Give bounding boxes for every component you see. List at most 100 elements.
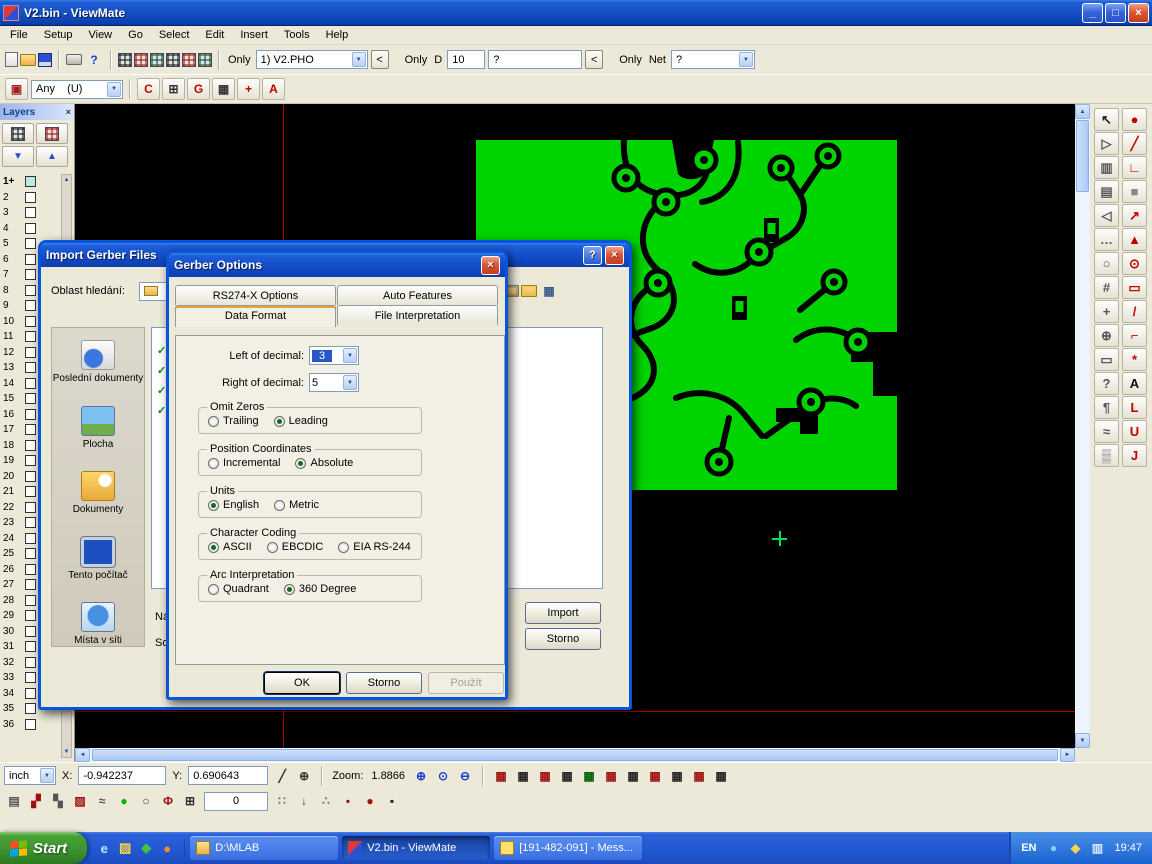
menu-item[interactable]: View: [80, 27, 120, 43]
layer-color-swatch[interactable]: [25, 471, 36, 482]
dcode-table-icon-6[interactable]: ▦: [601, 766, 621, 786]
tab-rs274-x-options[interactable]: RS274-X Options: [175, 285, 336, 305]
layer-color-swatch[interactable]: [25, 657, 36, 668]
select-cursor-icon[interactable]: ↖: [1094, 108, 1119, 131]
circle-select-icon[interactable]: ○: [1094, 252, 1119, 275]
dcode-table-icon-2[interactable]: ▦: [513, 766, 533, 786]
select-filter-icon-3[interactable]: [150, 53, 164, 67]
radio-icon[interactable]: [208, 542, 219, 553]
select-filter-icon-5[interactable]: [182, 53, 196, 67]
place-item[interactable]: Dokumenty: [52, 471, 144, 516]
layer-select[interactable]: 1) V2.PHO▼: [256, 50, 368, 69]
layer-table-icon[interactable]: ▥: [1094, 156, 1119, 179]
layer-color-swatch[interactable]: [25, 672, 36, 683]
tab-file-interpretation[interactable]: File Interpretation: [337, 305, 498, 325]
left-of-decimal-select[interactable]: 3▼: [309, 346, 359, 365]
layer-color-swatch[interactable]: [25, 362, 36, 373]
layer-color-swatch[interactable]: [25, 378, 36, 389]
radio-option[interactable]: Trailing: [208, 415, 259, 427]
round-aperture-icon[interactable]: ○: [136, 791, 156, 811]
layer-color-swatch[interactable]: [25, 207, 36, 218]
only-net-label[interactable]: Only: [617, 54, 644, 66]
only-dcode-label[interactable]: Only: [403, 54, 430, 66]
title-bar[interactable]: V2.bin - ViewMate _ □ ×: [0, 0, 1152, 26]
draw-vector-icon[interactable]: ↗: [1122, 204, 1147, 227]
net-select[interactable]: ?▼: [671, 50, 755, 69]
dcode-table-icon-7[interactable]: ▦: [623, 766, 643, 786]
l-shape-icon[interactable]: L: [1122, 396, 1147, 419]
layer-color-swatch[interactable]: [25, 719, 36, 730]
draw-rect-icon[interactable]: ▭: [1122, 276, 1147, 299]
highlight-mode-icon[interactable]: ▞: [26, 791, 46, 811]
radio-option[interactable]: EBCDIC: [267, 541, 324, 553]
add-point-icon[interactable]: +: [1094, 300, 1119, 323]
radio-icon[interactable]: [267, 542, 278, 553]
scroll-down-icon[interactable]: ▼: [64, 749, 70, 755]
menu-item[interactable]: Edit: [197, 27, 232, 43]
layer-color-swatch[interactable]: [25, 285, 36, 296]
layer-color-swatch[interactable]: [25, 579, 36, 590]
grid-toggle-icon[interactable]: #: [1094, 276, 1119, 299]
layer-row[interactable]: 2: [0, 190, 62, 206]
note-tool-icon[interactable]: ¶: [1094, 396, 1119, 419]
layer-color-swatch[interactable]: [25, 176, 36, 187]
dcode-table-icon-4[interactable]: ▦: [557, 766, 577, 786]
radio-option[interactable]: Leading: [274, 415, 328, 427]
chevron-down-icon[interactable]: ▼: [107, 82, 121, 97]
right-of-decimal-select[interactable]: 5▼: [309, 373, 359, 392]
storno-button[interactable]: Storno: [346, 672, 422, 694]
zoom-point-icon[interactable]: ⊙: [433, 766, 453, 786]
text-tool-icon[interactable]: A: [1122, 372, 1147, 395]
radio-icon[interactable]: [208, 500, 219, 511]
layer-color-swatch[interactable]: [25, 440, 36, 451]
chevron-down-icon[interactable]: ▼: [343, 348, 357, 363]
display-tray-icon[interactable]: ▥: [1087, 838, 1107, 858]
back-view-icon[interactable]: ◁: [1094, 204, 1119, 227]
close-icon[interactable]: ×: [481, 256, 500, 275]
layer-row[interactable]: 36: [0, 717, 62, 733]
layer-color-swatch[interactable]: [25, 548, 36, 559]
grid-dots-icon[interactable]: ∷: [272, 791, 292, 811]
dcode-table-icon-11[interactable]: ▦: [711, 766, 731, 786]
radio-option[interactable]: Incremental: [208, 457, 280, 469]
scroll-down-icon[interactable]: ▼: [1075, 733, 1090, 748]
layer-color-swatch[interactable]: [25, 595, 36, 606]
layer-color-swatch[interactable]: [25, 610, 36, 621]
only-layer-label[interactable]: Only: [226, 54, 253, 66]
online-status-icon[interactable]: ●: [114, 791, 134, 811]
pattern-dots-icon[interactable]: ∴: [316, 791, 336, 811]
chevron-down-icon[interactable]: ▼: [739, 52, 753, 67]
radio-option[interactable]: EIA RS-244: [338, 541, 410, 553]
pad-red-icon[interactable]: ▪: [338, 791, 358, 811]
origin-target-icon[interactable]: ⊕: [294, 766, 314, 786]
layer-color-swatch[interactable]: [25, 703, 36, 714]
tile-window-icon[interactable]: ⊞: [180, 791, 200, 811]
radio-option[interactable]: ASCII: [208, 541, 252, 553]
context-help-icon[interactable]: ?: [84, 50, 104, 70]
place-item[interactable]: Místa v síti: [52, 602, 144, 647]
scroll-thumb[interactable]: [1076, 120, 1089, 192]
radio-option[interactable]: 360 Degree: [284, 583, 357, 595]
prev-layer-button[interactable]: <: [371, 50, 389, 69]
more-tools-icon[interactable]: …: [1094, 228, 1119, 251]
draw-slash-icon[interactable]: /: [1122, 300, 1147, 323]
shield-icon[interactable]: ◆: [137, 839, 155, 857]
messenger-tray-icon[interactable]: ●: [1043, 838, 1063, 858]
draw-target-icon[interactable]: ⊙: [1122, 252, 1147, 275]
aperture-grid-icon[interactable]: ▦: [212, 78, 235, 100]
layer-color-swatch[interactable]: [25, 455, 36, 466]
menu-item[interactable]: Setup: [36, 27, 81, 43]
layer-color-swatch[interactable]: [25, 517, 36, 528]
pad-dark-icon[interactable]: ▪: [382, 791, 402, 811]
scroll-up-icon[interactable]: ▲: [1075, 104, 1090, 119]
layer-color-swatch[interactable]: [25, 347, 36, 358]
scroll-left-icon[interactable]: ◄: [75, 748, 90, 762]
chevron-down-icon[interactable]: ▼: [343, 375, 357, 390]
chevron-down-icon[interactable]: ▼: [40, 768, 54, 783]
pad-grid-icon[interactable]: ⊞: [162, 78, 185, 100]
gerber-query-icon[interactable]: G: [187, 78, 210, 100]
select-filter-icon-2[interactable]: [134, 53, 148, 67]
dialog-title-bar[interactable]: Gerber Options ×: [169, 253, 505, 277]
dcode-filter-input[interactable]: ?: [488, 50, 582, 69]
dcode-input[interactable]: 10: [447, 50, 485, 69]
